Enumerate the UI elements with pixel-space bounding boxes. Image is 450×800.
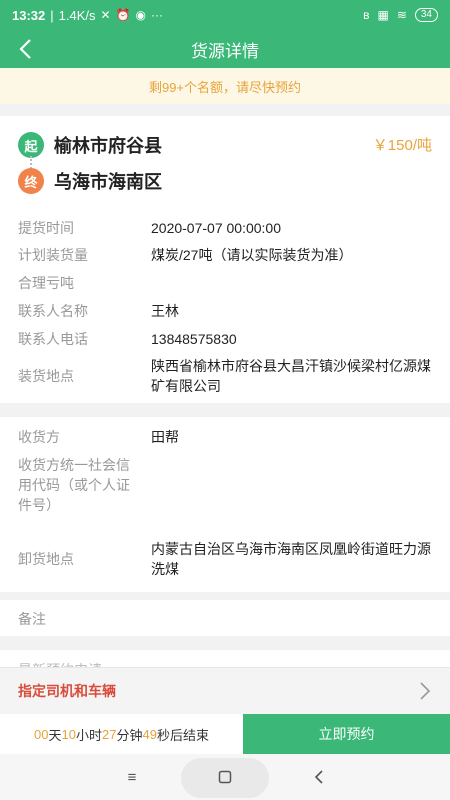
home-square-icon[interactable] (213, 766, 237, 788)
status-time: 13:32 (12, 7, 46, 23)
back-triangle-icon[interactable] (307, 766, 331, 788)
assign-driver-label: 指定司机和车辆 (18, 683, 116, 699)
countdown-minutes-unit: 分钟 (116, 727, 143, 743)
detail-label: 备注 (18, 611, 46, 627)
detail-label: 联系人电话 (18, 331, 88, 347)
start-badge: 起 (18, 132, 44, 158)
detail-value[interactable]: 13848575830 (151, 329, 432, 349)
detail-row-pickup-time: 提货时间 2020-07-07 00:00:00 (18, 218, 432, 238)
back-arrow-icon (19, 39, 31, 59)
detail-label: 合理亏吨 (18, 275, 74, 291)
countdown-hours: 10 (61, 726, 76, 742)
detail-row-receiver: 收货方 田帮 (18, 427, 432, 447)
bluetooth-icon: ʙ (363, 8, 370, 22)
detail-value: 煤炭/27吨（请以实际装货为准） (151, 247, 353, 263)
detail-value (151, 609, 432, 629)
start-stop: 起 榆林市府谷县 (18, 132, 162, 158)
detail-value: 陕西省榆林市府谷县大昌汗镇沙候梁村亿源煤矿有限公司 (151, 358, 431, 394)
quota-notice: 剩99+个名额，请尽快预约 (0, 68, 450, 104)
start-city: 榆林市府谷县 (54, 136, 162, 156)
detail-label: 计划装货量 (18, 247, 88, 263)
countdown-seconds: 49 (142, 726, 157, 742)
detail-row-remark: 备注 (18, 609, 432, 629)
detail-row-loading-address: 装货地点 陕西省榆林市府谷县大昌汗镇沙候梁村亿源煤矿有限公司 (18, 356, 432, 396)
detail-label: 收货方 (18, 429, 60, 445)
remark-card: 备注 (0, 600, 450, 636)
detail-label: 联系人名称 (18, 303, 88, 319)
end-badge: 终 (18, 168, 44, 194)
detail-row-contact-name: 联系人名称 王林 (18, 301, 432, 321)
detail-row-receiver-credit-code: 收货方统一社会信用代码（或个人证件号） (18, 455, 432, 515)
end-city: 乌海市海南区 (54, 172, 162, 192)
alarm-icon: ⏰ (115, 8, 131, 22)
assign-driver-vehicle-row[interactable]: 指定司机和车辆 (0, 667, 450, 714)
detail-value: 王林 (151, 303, 179, 319)
system-nav-bar: ≡ (0, 754, 450, 800)
page-title: 货源详情 (191, 41, 259, 61)
countdown-seconds-unit: 秒后结束 (156, 727, 209, 743)
signal-icon: ▦ (377, 8, 389, 22)
battery-icon: 34 (414, 8, 438, 22)
book-now-button[interactable]: 立即预约 (243, 714, 450, 754)
detail-label: 提货时间 (18, 220, 74, 236)
top-nav-bar: 货源详情 (0, 30, 450, 68)
back-button[interactable] (12, 35, 38, 63)
detail-value (151, 273, 432, 293)
countdown-hours-unit: 小时 (75, 727, 102, 743)
menu-icon[interactable]: ≡ (120, 766, 144, 788)
detail-row-planned-load: 计划装货量 煤炭/27吨（请以实际装货为准） (18, 245, 432, 265)
detail-value: 内蒙古自治区乌海市海南区凤凰岭街道旺力源洗煤 (151, 541, 431, 577)
countdown-days-unit: 天 (48, 727, 62, 743)
detail-value (151, 455, 432, 515)
detail-row-unloading-address: 卸货地点 内蒙古自治区乌海市海南区凤凰岭街道旺力源洗煤 (18, 539, 432, 579)
detail-row-contact-phone: 联系人电话 13848575830 (18, 329, 432, 349)
detail-label: 装货地点 (18, 368, 74, 384)
divider: | (50, 7, 54, 23)
countdown-minutes: 27 (102, 726, 117, 742)
wifi-icon: ≋ (396, 8, 407, 22)
detail-value: 田帮 (151, 429, 179, 445)
more-icon: ··· (151, 8, 163, 22)
mute-icon: ✕ (100, 8, 111, 22)
detail-value: 2020-07-07 00:00:00 (151, 220, 281, 236)
countdown-days: 00 (34, 726, 49, 742)
detail-label: 卸货地点 (18, 551, 74, 567)
detail-row-loss-allowance: 合理亏吨 (18, 273, 432, 293)
chevron-right-icon (420, 682, 431, 700)
status-bar: 13:32 | 1.4K/s ✕ ⏰ ◉ ··· ʙ ▦ ≋ 34 (0, 0, 450, 30)
end-stop: 终 乌海市海南区 (18, 168, 162, 194)
status-speed: 1.4K/s (58, 7, 96, 23)
wechat-icon: ◉ (135, 8, 146, 22)
route-card: 起 榆林市府谷县 终 乌海市海南区 ￥150/吨 提货时间 2020-07-07… (0, 116, 450, 403)
bottom-action-bar: 00 天 10 小时 27 分钟 49 秒后结束 立即预约 (0, 714, 450, 754)
receiver-card: 收货方 田帮 收货方统一社会信用代码（或个人证件号） 卸货地点 内蒙古自治区乌海… (0, 417, 450, 592)
countdown-timer: 00 天 10 小时 27 分钟 49 秒后结束 (0, 714, 243, 754)
detail-label: 收货方统一社会信用代码（或个人证件号） (18, 457, 130, 513)
freight-price: ￥150/吨 (372, 137, 432, 154)
